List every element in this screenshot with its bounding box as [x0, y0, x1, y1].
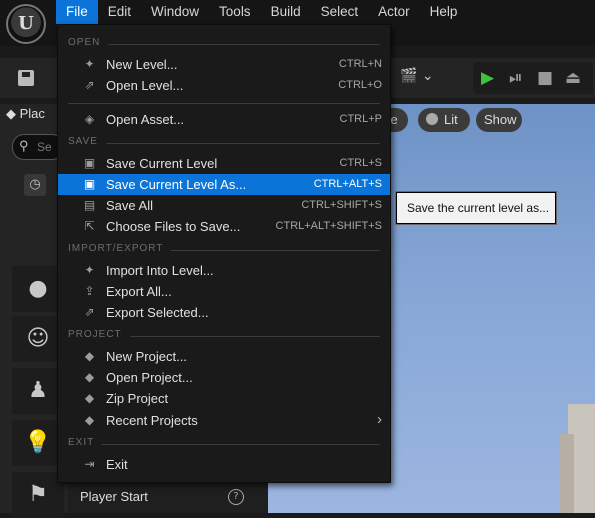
cinematics-icon[interactable]: 🎬 ⌄	[400, 68, 434, 84]
play-icon[interactable]: ▶	[481, 68, 494, 88]
section-exit: EXIT	[68, 437, 380, 451]
section-open: OPEN	[68, 37, 380, 51]
menu-file[interactable]: File	[56, 0, 98, 24]
lit-icon	[426, 113, 438, 125]
menu-edit[interactable]: Edit	[98, 0, 141, 24]
menu-select[interactable]: Select	[311, 0, 369, 24]
open-level-icon: ⇗	[84, 78, 95, 92]
menu-item-exit[interactable]: ⇥ Exit	[58, 454, 390, 475]
menu-item-open-project[interactable]: ◆ Open Project...	[58, 367, 390, 388]
menu-item-open-asset[interactable]: ◈ Open Asset... CTRL+P	[58, 109, 390, 130]
search-icon: ⚲	[19, 138, 29, 153]
file-menu-dropdown: OPEN ✦ New Level... CTRL+N ⇗ Open Level.…	[57, 24, 391, 483]
menu-item-open-level[interactable]: ⇗ Open Level... CTRL+O	[58, 75, 390, 96]
save-icon[interactable]	[18, 70, 34, 86]
save-as-icon: ▣	[83, 177, 96, 191]
export-icon: ⇪	[84, 284, 95, 298]
open-project-icon: ◆	[84, 370, 95, 384]
menu-item-recent-projects[interactable]: ◆ Recent Projects ›	[58, 410, 390, 431]
exit-icon: ⇥	[84, 457, 95, 471]
chevron-right-icon: ›	[377, 411, 382, 428]
show-button[interactable]: Show	[476, 108, 522, 132]
menu-item-zip-project[interactable]: ◆ Zip Project	[58, 388, 390, 409]
recent-clock-icon[interactable]: ◷	[24, 174, 46, 196]
place-actors-icon: ◆	[6, 106, 20, 121]
tooltip: Save the current level as...	[396, 192, 556, 224]
export-selected-icon: ⇗	[84, 305, 95, 319]
unreal-logo-icon[interactable]: U	[6, 4, 46, 44]
lit-button[interactable]: Lit	[418, 108, 470, 132]
menu-build[interactable]: Build	[261, 0, 311, 24]
search-placeholder: Se	[37, 140, 52, 154]
recent-projects-icon: ◆	[84, 413, 95, 427]
section-divider	[108, 44, 380, 45]
menu-item-save-current-level[interactable]: ▣ Save Current Level CTRL+S	[58, 153, 390, 174]
play-controls: ▶ ⏯ ■ ⏏	[473, 62, 593, 94]
menu-bar: File Edit Window Tools Build Select Acto…	[56, 0, 467, 24]
section-divider	[106, 143, 380, 144]
eject-icon[interactable]: ⏏	[565, 68, 581, 88]
save-all-icon: ▤	[83, 198, 96, 212]
menu-item-new-level[interactable]: ✦ New Level... CTRL+N	[58, 54, 390, 75]
save-icon: ▣	[83, 156, 96, 170]
step-icon[interactable]: ⏯	[509, 68, 523, 88]
menu-item-export-selected[interactable]: ⇗ Export Selected...	[58, 302, 390, 323]
place-actors-tab[interactable]: ◆ Plac	[6, 106, 45, 122]
building-geometry	[560, 404, 595, 513]
menu-window[interactable]: Window	[141, 0, 209, 24]
menu-item-save-all[interactable]: ▤ Save All CTRL+SHIFT+S	[58, 195, 390, 216]
menu-item-export-all[interactable]: ⇪ Export All...	[58, 281, 390, 302]
menu-item-choose-files[interactable]: ⇱ Choose Files to Save... CTRL+ALT+SHIFT…	[58, 216, 390, 237]
menu-actor[interactable]: Actor	[368, 0, 420, 24]
import-icon: ✦	[84, 263, 95, 277]
stop-icon[interactable]: ■	[537, 68, 553, 88]
section-project: PROJECT	[68, 329, 380, 343]
help-icon[interactable]: ?	[228, 489, 244, 505]
menu-item-import-into-level[interactable]: ✦ Import Into Level...	[58, 260, 390, 281]
menu-help[interactable]: Help	[420, 0, 468, 24]
open-asset-icon: ◈	[84, 112, 95, 126]
zip-project-icon: ◆	[84, 391, 95, 405]
new-level-icon: ✦	[84, 57, 95, 71]
section-save: SAVE	[68, 136, 380, 150]
divider	[68, 103, 380, 104]
choose-files-icon: ⇱	[84, 219, 95, 233]
section-import-export: IMPORT/EXPORT	[68, 243, 380, 257]
menu-tools[interactable]: Tools	[209, 0, 261, 24]
player-start-item[interactable]: Player Start ?	[68, 482, 268, 513]
section-divider	[102, 444, 380, 445]
menu-item-save-current-level-as[interactable]: ▣ Save Current Level As... CTRL+ALT+S	[58, 174, 390, 195]
new-project-icon: ◆	[84, 349, 95, 363]
section-divider	[171, 250, 380, 251]
section-divider	[130, 336, 380, 337]
menu-item-new-project[interactable]: ◆ New Project...	[58, 346, 390, 367]
